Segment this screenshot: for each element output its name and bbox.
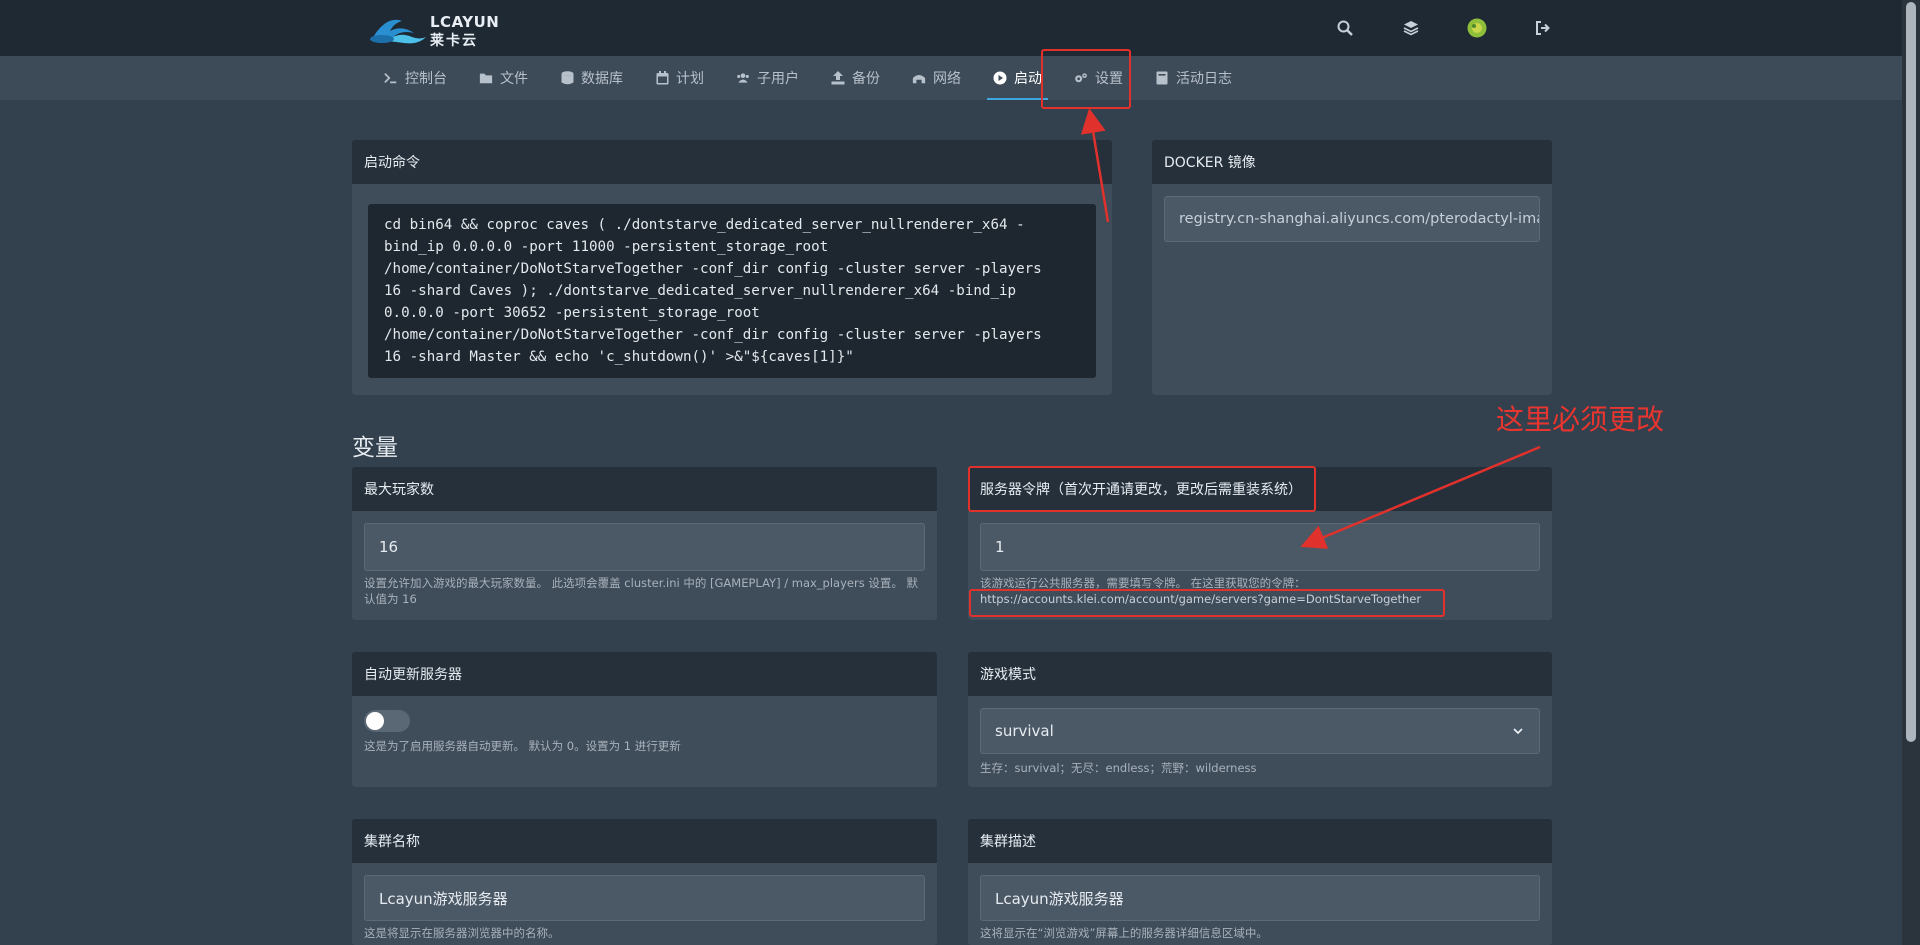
nav-item-label: 数据库 xyxy=(581,71,623,87)
users-icon xyxy=(736,71,750,85)
startup-command-title: 启动命令 xyxy=(352,140,1112,184)
auto-update-toggle[interactable] xyxy=(364,710,410,732)
annotation-box-token-link xyxy=(969,589,1445,617)
game-mode-title: 游戏模式 xyxy=(968,652,1552,696)
calendar-icon xyxy=(655,71,669,85)
server-nav-bar: 控制台 文件 数据库 计划 子用户 备份 网络 启动 设置 活动日志 xyxy=(0,56,1902,100)
search-icon[interactable] xyxy=(1312,15,1378,41)
nav-item-label: 控制台 xyxy=(405,71,447,87)
server-token-input[interactable]: 1 xyxy=(980,523,1540,571)
startup-command-panel: 启动命令 cd bin64 && coproc caves ( ./dontst… xyxy=(352,140,1112,395)
nav-item-label: 计划 xyxy=(676,71,704,87)
tab-upload[interactable]: 备份 xyxy=(815,56,896,100)
max-players-help: 设置允许加入游戏的最大玩家数量。 此选项会覆盖 cluster.ini 中的 [… xyxy=(364,576,918,606)
database-icon xyxy=(560,71,574,85)
play-icon xyxy=(993,71,1007,85)
nav-item-label: 备份 xyxy=(852,71,880,87)
logo-text: LCAYUN xyxy=(430,13,500,31)
auto-update-title: 自动更新服务器 xyxy=(352,652,937,696)
scrollbar-thumb[interactable] xyxy=(1906,2,1916,742)
variables-heading: 变量 xyxy=(352,435,398,461)
tab-users[interactable]: 子用户 xyxy=(720,56,815,100)
tab-book[interactable]: 活动日志 xyxy=(1139,56,1248,100)
nav-item-label: 网络 xyxy=(933,71,961,87)
cluster-desc-help: 这将显示在“浏览游戏”屏幕上的服务器详细信息区域中。 xyxy=(980,926,1268,940)
nav-item-label: 文件 xyxy=(500,71,528,87)
tab-network[interactable]: 网络 xyxy=(896,56,977,100)
book-icon xyxy=(1155,71,1169,85)
annotation-text: 这里必须更改 xyxy=(1496,403,1665,436)
tab-folder[interactable]: 文件 xyxy=(463,56,544,100)
server-token-help-text: 该游戏运行公共服务器，需要填写令牌。 在这里获取您的令牌： xyxy=(980,576,1306,590)
game-mode-select[interactable]: survival xyxy=(980,708,1540,754)
tab-database[interactable]: 数据库 xyxy=(544,56,639,100)
terminal-icon xyxy=(384,71,398,85)
cluster-name-title: 集群名称 xyxy=(352,819,937,863)
max-players-panel: 最大玩家数 16 设置允许加入游戏的最大玩家数量。 此选项会覆盖 cluster… xyxy=(352,467,937,620)
network-icon xyxy=(912,71,926,85)
toggle-knob xyxy=(366,712,384,730)
docker-image-panel: DOCKER 镜像 registry.cn-shanghai.aliyuncs.… xyxy=(1152,140,1552,395)
auto-update-panel: 自动更新服务器 这是为了启用服务器自动更新。 默认为 0。设置为 1 进行更新 xyxy=(352,652,937,787)
game-mode-help: 生存：survival；无尽：endless；荒野：wilderness xyxy=(980,761,1257,775)
cluster-name-panel: 集群名称 Lcayun游戏服务器 这是将显示在服务器浏览器中的名称。 xyxy=(352,819,937,945)
layers-icon[interactable] xyxy=(1378,15,1444,41)
cluster-desc-title: 集群描述 xyxy=(968,819,1552,863)
logout-icon[interactable] xyxy=(1510,15,1576,41)
startup-command-text: cd bin64 && coproc caves ( ./dontstarve_… xyxy=(368,204,1096,378)
chevron-down-icon xyxy=(1513,728,1523,735)
upload-icon xyxy=(831,71,845,85)
tab-calendar[interactable]: 计划 xyxy=(639,56,720,100)
folder-icon xyxy=(479,71,493,85)
game-mode-panel: 游戏模式 survival 生存：survival；无尽：endless；荒野：… xyxy=(968,652,1552,787)
nav-item-label: 启动 xyxy=(1014,71,1042,87)
annotation-box-token-title xyxy=(968,466,1316,512)
avatar[interactable] xyxy=(1444,15,1510,41)
tab-terminal[interactable]: 控制台 xyxy=(368,56,463,100)
logo-icon xyxy=(370,19,426,44)
max-players-input[interactable]: 16 xyxy=(364,523,925,571)
logo-subtext: 莱卡云 xyxy=(430,33,478,49)
max-players-title: 最大玩家数 xyxy=(352,467,937,511)
logo[interactable]: LCAYUN 莱卡云 xyxy=(368,9,502,49)
auto-update-help: 这是为了启用服务器自动更新。 默认为 0。设置为 1 进行更新 xyxy=(364,739,681,753)
docker-image-field[interactable]: registry.cn-shanghai.aliyuncs.com/pterod… xyxy=(1164,196,1540,242)
cluster-name-input[interactable]: Lcayun游戏服务器 xyxy=(364,875,925,921)
annotation-box-startup-tab xyxy=(1041,49,1131,109)
docker-image-title: DOCKER 镜像 xyxy=(1152,140,1552,184)
top-bar: LCAYUN 莱卡云 xyxy=(0,0,1902,56)
nav-item-label: 活动日志 xyxy=(1176,71,1232,87)
cluster-desc-panel: 集群描述 Lcayun游戏服务器 这将显示在“浏览游戏”屏幕上的服务器详细信息区… xyxy=(968,819,1552,945)
cluster-name-help: 这是将显示在服务器浏览器中的名称。 xyxy=(364,926,560,940)
cluster-desc-input[interactable]: Lcayun游戏服务器 xyxy=(980,875,1540,921)
game-mode-value: survival xyxy=(980,708,1540,754)
nav-item-label: 子用户 xyxy=(757,71,799,87)
